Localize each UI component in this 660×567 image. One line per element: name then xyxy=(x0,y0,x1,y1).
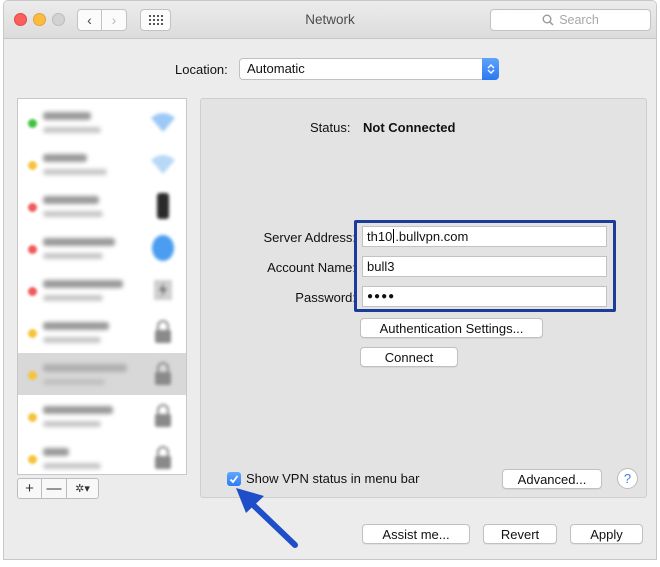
network-window: ‹ › Network Search Location: Automatic +… xyxy=(3,0,657,560)
server-address-suffix: .bullvpn.com xyxy=(395,229,469,244)
title-bar: ‹ › Network Search xyxy=(4,1,656,39)
show-vpn-status-label: Show VPN status in menu bar xyxy=(246,471,420,486)
blurred-label xyxy=(43,322,109,330)
assist-me-button[interactable]: Assist me... xyxy=(362,524,470,544)
blurred-sublabel xyxy=(43,253,103,259)
search-placeholder: Search xyxy=(559,13,599,27)
show-vpn-status-option[interactable]: Show VPN status in menu bar xyxy=(227,471,419,486)
blurred-label xyxy=(43,280,123,288)
status-dot xyxy=(28,329,37,338)
apply-button[interactable]: Apply xyxy=(570,524,643,544)
status-dot xyxy=(28,161,37,170)
sidebar-toolbar: + — ✲▾ xyxy=(17,477,187,499)
iphone-icon xyxy=(157,193,169,219)
server-address-prefix: th10 xyxy=(367,229,393,244)
updown-chevron-icon xyxy=(482,58,499,80)
search-field[interactable]: Search xyxy=(490,9,651,31)
blurred-label xyxy=(43,238,115,246)
password-label: Password: xyxy=(295,290,356,305)
list-item[interactable] xyxy=(18,143,186,185)
plus-icon: + xyxy=(25,479,34,497)
authentication-settings-button[interactable]: Authentication Settings... xyxy=(360,318,543,338)
blurred-sublabel xyxy=(43,295,103,301)
vpn-lock-icon xyxy=(155,404,171,427)
blurred-label xyxy=(43,154,87,162)
blurred-sublabel xyxy=(43,127,101,133)
server-address-field[interactable]: th10 .bullvpn.com xyxy=(362,226,607,247)
connect-button[interactable]: Connect xyxy=(360,347,458,367)
blurred-sublabel xyxy=(43,211,103,217)
list-item[interactable] xyxy=(18,437,186,474)
wifi-icon xyxy=(151,113,175,132)
status-value: Not Connected xyxy=(363,120,456,135)
server-address-label: Server Address: xyxy=(263,230,357,245)
blurred-sublabel xyxy=(43,169,107,175)
status-dot xyxy=(28,119,37,128)
blurred-sublabel xyxy=(43,337,101,343)
status-dot xyxy=(28,371,37,380)
revert-button[interactable]: Revert xyxy=(483,524,557,544)
location-select[interactable]: Automatic xyxy=(239,58,499,80)
gear-icon: ✲▾ xyxy=(75,482,90,495)
show-vpn-status-checkbox[interactable] xyxy=(227,471,241,486)
action-menu-button[interactable]: ✲▾ xyxy=(67,477,99,499)
minus-icon: — xyxy=(46,479,62,497)
blurred-sublabel xyxy=(43,421,101,427)
list-item[interactable] xyxy=(18,101,186,143)
account-name-label: Account Name: xyxy=(267,260,356,275)
location-value: Automatic xyxy=(247,61,305,76)
checkmark-icon xyxy=(229,474,239,483)
status-dot xyxy=(28,413,37,422)
status-dot xyxy=(28,203,37,212)
magnifier-icon xyxy=(542,14,554,26)
blurred-label xyxy=(43,112,91,120)
blurred-label xyxy=(43,364,127,372)
status-dot xyxy=(28,455,37,464)
advanced-button[interactable]: Advanced... xyxy=(502,469,602,489)
vpn-lock-icon xyxy=(155,320,171,343)
location-label: Location: xyxy=(175,62,228,77)
list-item-selected[interactable] xyxy=(18,353,186,395)
help-icon: ? xyxy=(623,471,632,486)
list-item[interactable] xyxy=(18,185,186,227)
status-label: Status: xyxy=(310,120,351,135)
list-item[interactable] xyxy=(18,395,186,437)
add-service-button[interactable]: + xyxy=(17,477,42,499)
blurred-label xyxy=(43,196,99,204)
password-field[interactable]: ●●●● xyxy=(362,286,607,307)
blurred-label xyxy=(43,406,113,414)
help-button[interactable]: ? xyxy=(617,468,638,489)
wifi-icon xyxy=(151,155,175,174)
status-dot xyxy=(28,245,37,254)
status-dot xyxy=(28,287,37,296)
remove-service-button[interactable]: — xyxy=(42,477,67,499)
blurred-label xyxy=(43,448,69,456)
blurred-sublabel xyxy=(43,379,105,385)
vpn-lock-icon xyxy=(155,446,171,469)
blurred-sublabel xyxy=(43,463,101,469)
vpn-lock-icon xyxy=(155,362,171,385)
list-item[interactable] xyxy=(18,311,186,353)
service-list[interactable] xyxy=(17,98,187,475)
account-name-field[interactable]: bull3 xyxy=(362,256,607,277)
